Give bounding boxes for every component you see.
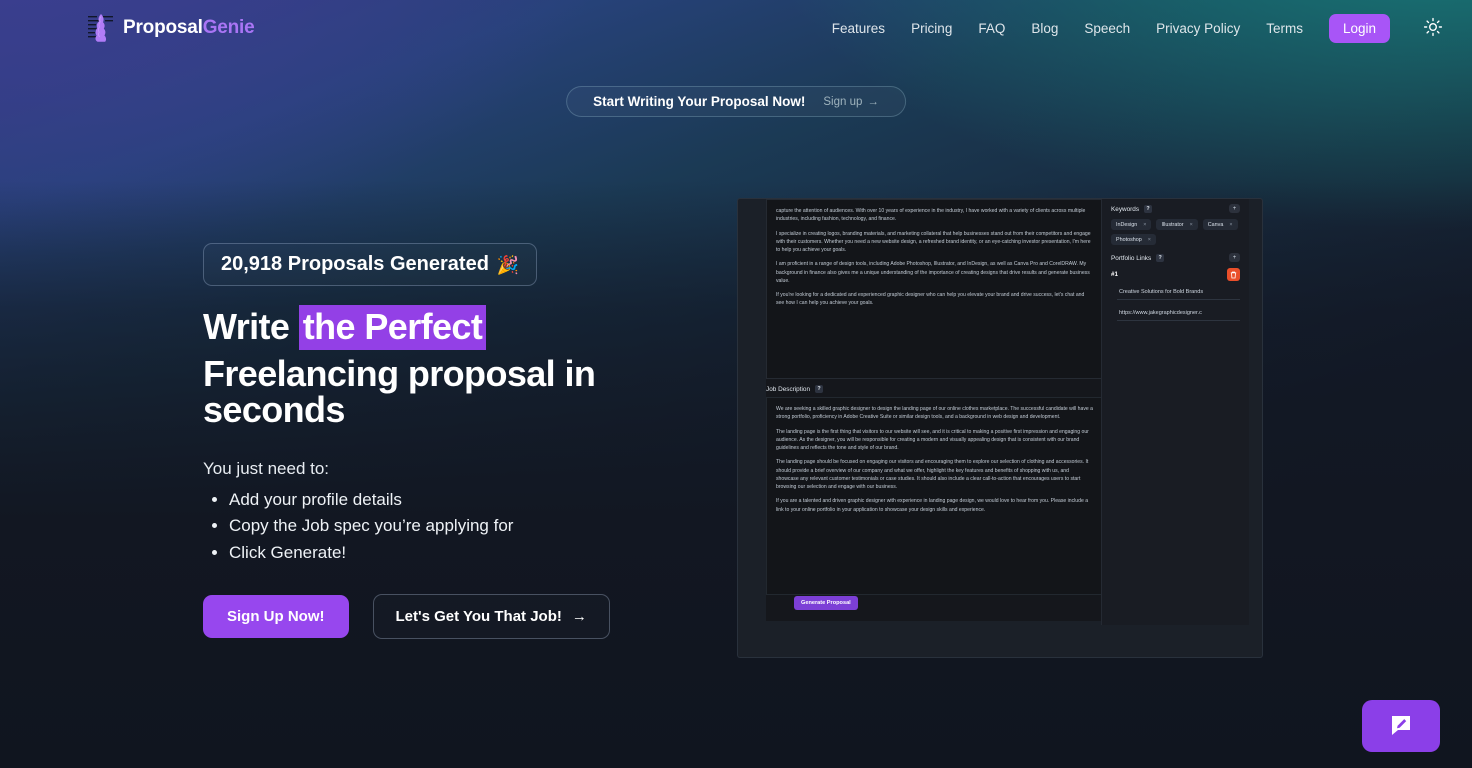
- list-item: Click Generate!: [229, 540, 723, 566]
- job-description-label: Job Description: [766, 385, 811, 393]
- nav-item-terms[interactable]: Terms: [1266, 21, 1303, 36]
- nav-item-pricing[interactable]: Pricing: [911, 21, 952, 36]
- portfolio-title-input[interactable]: Creative Solutions for Bold Brands: [1117, 286, 1240, 300]
- profile-bio-textarea[interactable]: capture the attention of audiences. With…: [766, 199, 1103, 379]
- list-item: Add your profile details: [229, 487, 723, 513]
- nav-item-faq[interactable]: FAQ: [978, 21, 1005, 36]
- headline-line2: Freelancing proposal in seconds: [203, 353, 596, 430]
- announcement-banner[interactable]: Start Writing Your Proposal Now! Sign up…: [566, 86, 906, 117]
- proposals-generated-badge: 20,918 Proposals Generated 🎉: [203, 243, 538, 286]
- profile-bio-text: capture the attention of audiences. With…: [776, 207, 1093, 308]
- keywords-tag-list: InDesign × Illustrator × Canva × Photosh…: [1111, 219, 1240, 245]
- keyword-tag-label: Canva: [1207, 221, 1224, 228]
- job-description-header: Job Description ?: [766, 385, 824, 393]
- paragraph: I am proficient in a range of design too…: [776, 261, 1090, 284]
- brand-name-secondary: Genie: [202, 17, 255, 38]
- arrow-right-icon: →: [571, 608, 587, 626]
- job-description-text: We are seeking a skilled graphic designe…: [776, 405, 1093, 514]
- sign-up-now-button[interactable]: Sign Up Now!: [203, 595, 349, 639]
- paragraph: capture the attention of audiences. With…: [776, 208, 1086, 223]
- portfolio-url-input[interactable]: https://www.jakegraphicdesigner.c: [1117, 307, 1240, 321]
- nav-item-features[interactable]: Features: [832, 21, 885, 36]
- feedback-button[interactable]: [1362, 700, 1440, 752]
- headline-highlight: the Perfect: [298, 305, 487, 350]
- hero-section: 20,918 Proposals Generated 🎉 Write the P…: [203, 243, 723, 640]
- brand-name-primary: Proposal: [123, 17, 203, 38]
- portfolio-links-header: Portfolio Links ? +: [1111, 253, 1240, 262]
- keywords-header: Keywords ? +: [1111, 204, 1240, 213]
- brand-wordmark: ProposalGenie: [123, 17, 255, 39]
- delete-portfolio-link-button[interactable]: [1227, 268, 1240, 281]
- paragraph: If you are a talented and driven graphic…: [776, 498, 1089, 513]
- add-portfolio-link-button[interactable]: +: [1229, 253, 1240, 262]
- headline-line1-pre: Write: [203, 306, 299, 347]
- page-root: ProposalGenie Features Pricing FAQ Blog …: [0, 0, 1472, 768]
- get-you-that-job-label: Let's Get You That Job!: [395, 608, 562, 626]
- brand-logo[interactable]: ProposalGenie: [88, 13, 255, 43]
- nav-item-privacy-policy[interactable]: Privacy Policy: [1156, 21, 1240, 36]
- paragraph: If you're looking for a dedicated and ex…: [776, 292, 1085, 307]
- portfolio-links-label: Portfolio Links: [1111, 254, 1152, 262]
- genie-lamp-icon: [88, 13, 114, 43]
- trash-icon: [1230, 267, 1237, 282]
- close-icon[interactable]: ×: [1148, 237, 1151, 243]
- keyword-tag-label: InDesign: [1116, 221, 1138, 228]
- site-header: ProposalGenie Features Pricing FAQ Blog …: [0, 0, 1472, 56]
- steps-title: You just need to:: [203, 459, 330, 478]
- login-button[interactable]: Login: [1328, 13, 1390, 43]
- keywords-label: Keywords: [1111, 205, 1140, 213]
- cta-row: Sign Up Now! Let's Get You That Job! →: [203, 594, 723, 640]
- keyword-tag-label: Photoshop: [1116, 236, 1142, 243]
- paragraph: The landing page is the first thing that…: [776, 428, 1089, 452]
- paragraph: I specialize in creating logos, branding…: [776, 230, 1091, 254]
- steps-list: Add your profile details Copy the Job sp…: [229, 487, 723, 566]
- proposals-generated-text: 20,918 Proposals Generated: [221, 253, 489, 275]
- feedback-chat-pen-icon: [1389, 713, 1413, 740]
- announcement-text: Start Writing Your Proposal Now!: [593, 94, 806, 109]
- list-item: Copy the Job spec you’re applying for: [229, 513, 723, 539]
- help-icon[interactable]: ?: [1144, 205, 1153, 213]
- sun-icon: [1423, 17, 1443, 40]
- keyword-tag[interactable]: Photoshop ×: [1111, 234, 1156, 245]
- help-icon[interactable]: ?: [815, 385, 824, 393]
- nav-item-speech[interactable]: Speech: [1084, 21, 1130, 36]
- party-popper-icon: 🎉: [496, 254, 520, 275]
- keyword-tag[interactable]: InDesign ×: [1111, 219, 1152, 230]
- portfolio-entry-row: #1: [1111, 268, 1240, 281]
- app-preview-main-column: capture the attention of audiences. With…: [766, 199, 1103, 621]
- app-preview-screenshot: capture the attention of audiences. With…: [737, 198, 1263, 658]
- main-nav: Features Pricing FAQ Blog Speech Privacy…: [832, 13, 1444, 43]
- close-icon[interactable]: ×: [1190, 222, 1193, 228]
- arrow-right-icon: →: [867, 95, 879, 108]
- job-description-textarea[interactable]: We are seeking a skilled graphic designe…: [766, 397, 1103, 595]
- paragraph: We are seeking a skilled graphic designe…: [776, 406, 1093, 421]
- app-preview-sidebar: Keywords ? + InDesign × Illustrator × Ca…: [1101, 199, 1249, 625]
- paragraph: The landing page should be focused on en…: [776, 459, 1089, 490]
- add-keyword-button[interactable]: +: [1229, 204, 1240, 213]
- portfolio-entry-number: #1: [1111, 271, 1118, 278]
- keyword-tag[interactable]: Canva ×: [1202, 219, 1238, 230]
- keyword-tag[interactable]: Illustrator ×: [1156, 219, 1198, 230]
- announcement-signup-label: Sign up: [823, 95, 863, 108]
- help-icon[interactable]: ?: [1156, 254, 1165, 262]
- close-icon[interactable]: ×: [1143, 222, 1146, 228]
- page-title: Write the Perfect Freelancing proposal i…: [203, 305, 723, 430]
- announcement-signup-link[interactable]: Sign up →: [823, 96, 879, 108]
- keyword-tag-label: Illustrator: [1161, 221, 1184, 228]
- close-icon[interactable]: ×: [1229, 222, 1232, 228]
- get-you-that-job-button[interactable]: Let's Get You That Job! →: [372, 594, 610, 640]
- theme-toggle-button[interactable]: [1422, 17, 1444, 39]
- generate-proposal-button[interactable]: Generate Proposal: [794, 596, 858, 610]
- nav-item-blog[interactable]: Blog: [1031, 21, 1058, 36]
